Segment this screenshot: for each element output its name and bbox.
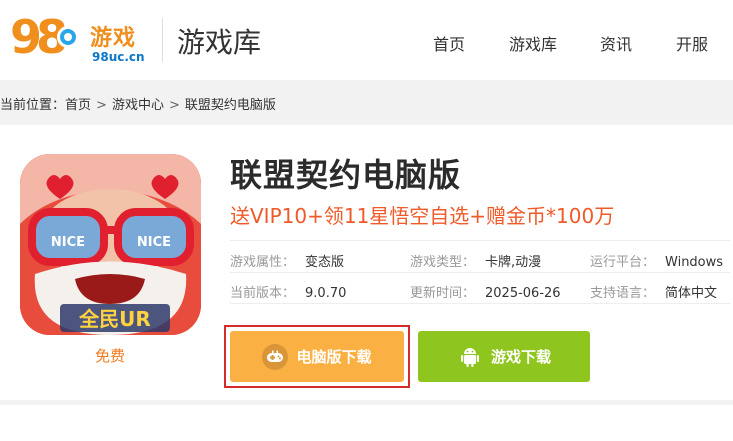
game-title: 联盟契约电脑版 xyxy=(230,156,462,194)
price-label: 免费 xyxy=(95,347,126,365)
info-key: 运行平台： xyxy=(590,255,656,270)
info-key: 更新时间： xyxy=(410,286,476,301)
svg-text:NICE: NICE xyxy=(137,235,171,250)
info-value: 9.0.70 xyxy=(305,286,347,301)
info-value: 卡牌,动漫 xyxy=(485,255,542,270)
breadcrumb-home[interactable]: 首页 xyxy=(65,98,91,113)
info-key: 支持语言： xyxy=(590,286,656,301)
game-download-button[interactable]: 游戏下载 xyxy=(418,331,590,382)
nav-home[interactable]: 首页 xyxy=(433,31,465,55)
site-logo[interactable]: 98 游戏 98uc.cn xyxy=(10,12,145,68)
info-key: 游戏类型： xyxy=(410,255,476,270)
info-version: 当前版本： 9.0.70 xyxy=(230,282,346,301)
pc-download-button[interactable]: 电脑版下载 xyxy=(230,331,404,382)
game-download-label: 游戏下载 xyxy=(490,348,551,366)
info-update-time: 更新时间： 2025-06-26 xyxy=(410,282,561,301)
info-attribute: 游戏属性： 变态版 xyxy=(230,251,344,270)
nav-news[interactable]: 资讯 xyxy=(600,31,632,55)
breadcrumb-separator: > xyxy=(96,98,107,113)
section-title: 游戏库 xyxy=(177,26,262,59)
info-value: 2025-06-26 xyxy=(485,286,561,301)
info-key: 当前版本： xyxy=(230,286,296,301)
nav-game-library[interactable]: 游戏库 xyxy=(509,31,557,55)
logo-eye-icon xyxy=(57,26,79,48)
info-divider xyxy=(230,272,730,273)
info-value: 变态版 xyxy=(305,255,345,270)
svg-text:NICE: NICE xyxy=(51,235,85,250)
logo-number: 98 xyxy=(10,10,68,64)
game-icon[interactable]: NICE NICE 全民UR xyxy=(20,154,201,335)
android-icon xyxy=(457,344,483,370)
next-section xyxy=(0,405,733,441)
gamepad-icon xyxy=(262,343,289,370)
breadcrumb: 当前位置：首页 > 游戏中心 > 联盟契约电脑版 xyxy=(0,94,276,113)
breadcrumb-separator: > xyxy=(168,98,180,113)
info-divider xyxy=(230,240,730,241)
info-platform: 运行平台： Windows xyxy=(590,251,723,270)
pc-download-label: 电脑版下载 xyxy=(296,348,372,366)
info-value: 简体中文 xyxy=(665,286,718,301)
logo-domain: 98uc.cn xyxy=(92,50,145,64)
site-header: 98 游戏 98uc.cn 游戏库 首页 游戏库 资讯 开服 xyxy=(0,0,733,80)
promo-text: 送VIP10+领11星悟空自选+赠金币*100万 xyxy=(230,204,615,228)
breadcrumb-game-center[interactable]: 游戏中心 xyxy=(112,98,164,113)
logo-text: 游戏 xyxy=(90,26,137,51)
breadcrumb-prefix: 当前位置： xyxy=(0,98,66,113)
nav-server[interactable]: 开服 xyxy=(676,31,708,55)
icon-title: 全民UR xyxy=(78,307,151,331)
info-key: 游戏属性： xyxy=(230,255,296,270)
info-divider xyxy=(230,303,730,304)
info-type: 游戏类型： 卡牌,动漫 xyxy=(410,251,541,270)
info-value: Windows xyxy=(665,255,724,270)
header-divider xyxy=(162,18,163,62)
info-language: 支持语言： 简体中文 xyxy=(590,282,717,301)
breadcrumb-current[interactable]: 联盟契约电脑版 xyxy=(185,98,276,113)
